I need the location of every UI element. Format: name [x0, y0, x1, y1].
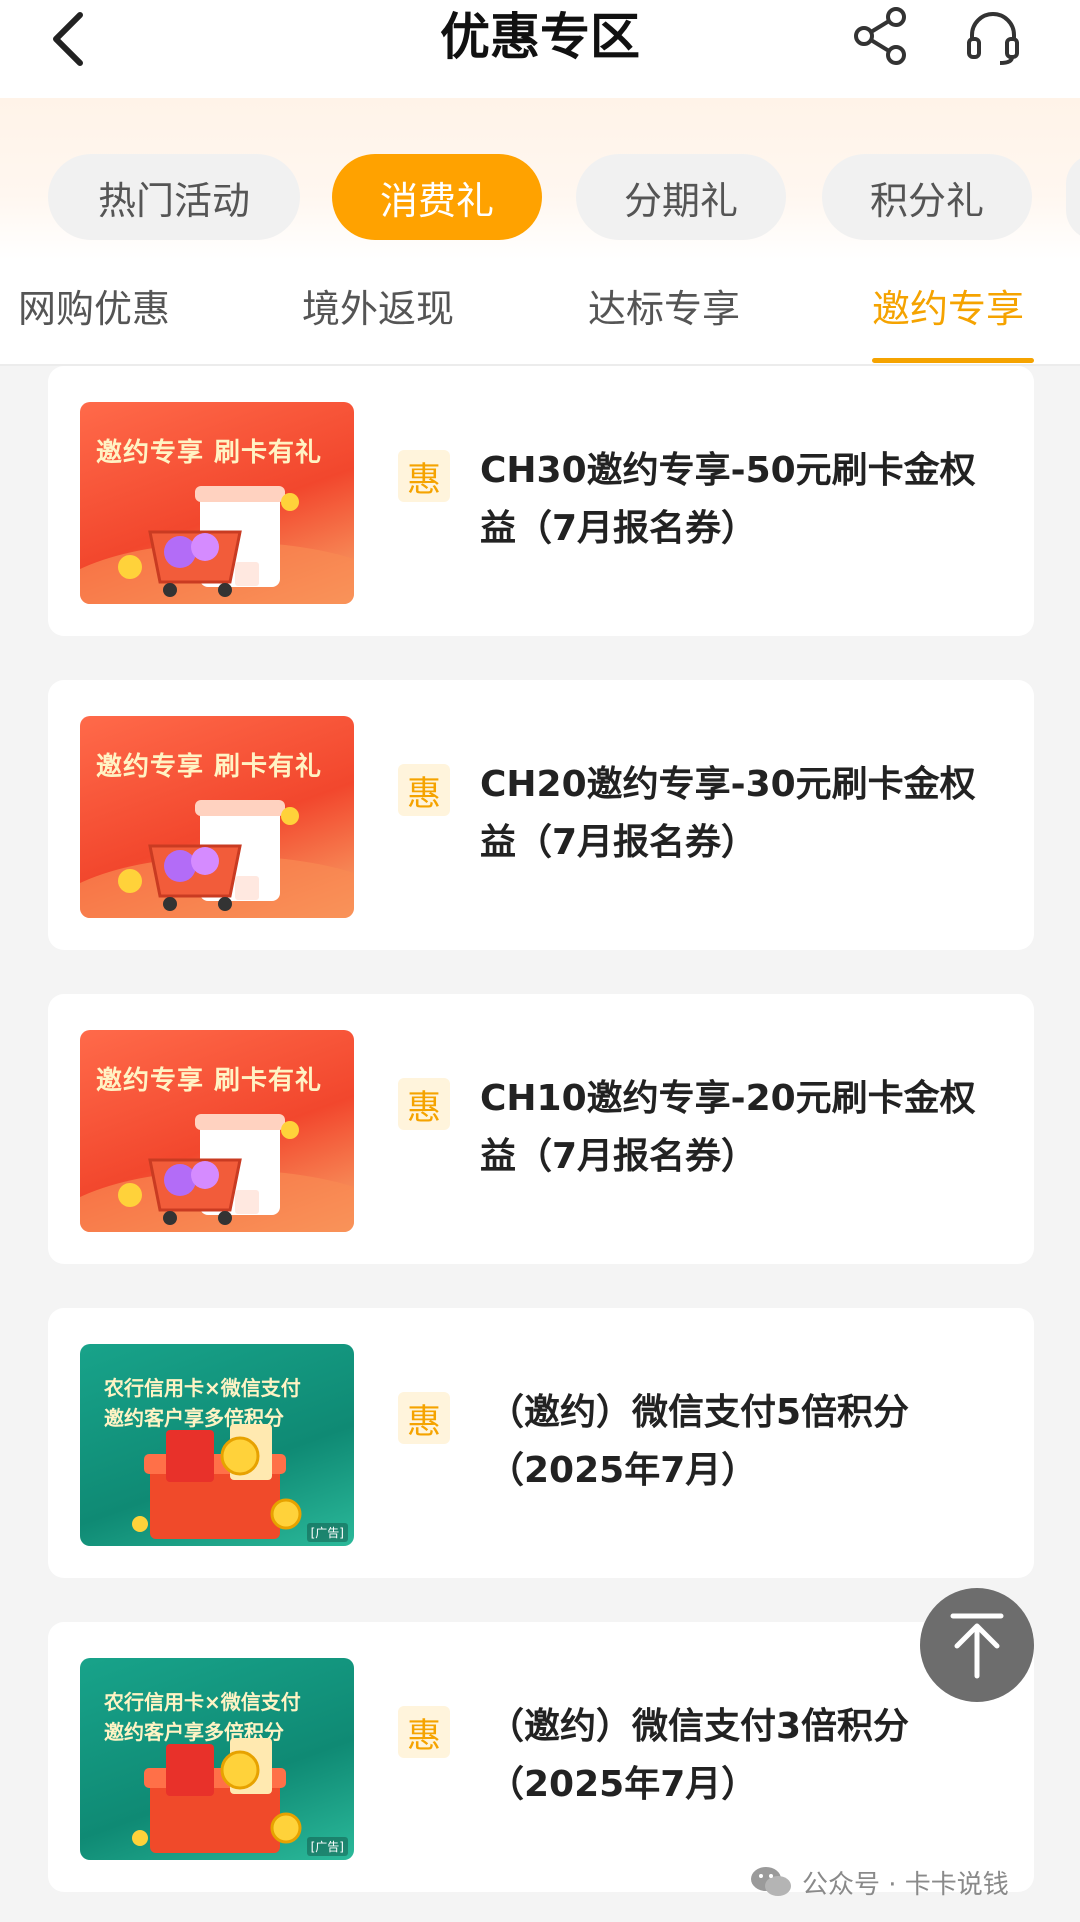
- offer-card[interactable]: 邀约专享 刷卡有礼 惠 CH20邀约专享-30元刷卡金权益（7月报名券）: [48, 680, 1034, 950]
- offer-card[interactable]: 邀约专享 刷卡有礼 惠 CH10邀约专享-20元刷卡金权益（7月报名券）: [48, 994, 1034, 1264]
- offer-title: CH20邀约专享-30元刷卡金权益（7月报名券）: [480, 764, 976, 863]
- offer-thumbnail: 农行信用卡×微信支付 邀约客户享多倍积分 [广告]: [80, 1658, 354, 1860]
- wechat-icon: [751, 1867, 791, 1896]
- tab-overseas-cashback[interactable]: 境外返现: [302, 274, 454, 344]
- page-title: 优惠专区: [440, 8, 640, 66]
- category-pill-spending[interactable]: 消费礼: [332, 154, 542, 240]
- gift-box-illustration: [132, 1424, 302, 1539]
- tab-invitation-exclusive[interactable]: 邀约专享: [872, 274, 1024, 344]
- discount-badge: 惠: [398, 1706, 450, 1758]
- ad-tag: [广告]: [306, 1523, 348, 1542]
- share-button[interactable]: [848, 6, 914, 66]
- top-bar: 优惠专区: [0, 0, 1080, 98]
- active-tab-indicator: [872, 358, 1034, 363]
- ad-tag: [广告]: [306, 1837, 348, 1856]
- offer-thumbnail: 邀约专享 刷卡有礼: [80, 402, 354, 604]
- offer-thumbnail: 邀约专享 刷卡有礼: [80, 1030, 354, 1232]
- headset-icon: [967, 12, 1019, 65]
- back-to-top-button[interactable]: [920, 1588, 1034, 1702]
- watermark-text: 公众号 · 卡卡说钱: [802, 1869, 1009, 1900]
- offer-thumbnail: 邀约专享 刷卡有礼: [80, 716, 354, 918]
- category-pill-points[interactable]: 积分礼: [822, 154, 1032, 240]
- discount-badge: 惠: [398, 1392, 450, 1444]
- tab-online-shopping[interactable]: 网购优惠: [18, 274, 170, 344]
- sub-tab-bar: 网购优惠 境外返现 达标专享 邀约专享: [0, 260, 1080, 366]
- offer-title: CH10邀约专享-20元刷卡金权益（7月报名券）: [480, 1078, 976, 1177]
- offer-list: 邀约专享 刷卡有礼 惠 CH30邀约专享-50元刷卡金权益（7月报名券） 邀约专…: [0, 366, 1080, 1922]
- offer-card[interactable]: 农行信用卡×微信支付 邀约客户享多倍积分 [广告] 惠 （邀约）微信支付5倍积分…: [48, 1308, 1034, 1578]
- category-bar: 热门活动 消费礼 分期礼 积分礼: [0, 98, 1080, 260]
- shopping-cart-illustration: [80, 486, 354, 604]
- shopping-cart-illustration: [80, 1114, 354, 1232]
- category-pill-more[interactable]: [1066, 154, 1080, 240]
- discount-badge: 惠: [398, 1078, 450, 1130]
- customer-service-button[interactable]: [960, 6, 1026, 66]
- offer-title: （邀约）微信支付3倍积分（2025年7月）: [488, 1706, 910, 1805]
- category-pill-installment[interactable]: 分期礼: [576, 154, 786, 240]
- offer-card[interactable]: 农行信用卡×微信支付 邀约客户享多倍积分 [广告] 惠 （邀约）微信支付3倍积分…: [48, 1622, 1034, 1892]
- arrow-up-icon: [950, 1613, 1004, 1679]
- tab-target-exclusive[interactable]: 达标专享: [588, 274, 740, 344]
- shopping-cart-illustration: [80, 800, 354, 918]
- share-icon: [854, 7, 906, 65]
- gift-box-illustration: [132, 1738, 302, 1853]
- watermark: 公众号 · 卡卡说钱: [750, 1862, 1009, 1902]
- discount-badge: 惠: [398, 450, 450, 502]
- discount-badge: 惠: [398, 764, 450, 816]
- offer-title: （邀约）微信支付5倍积分（2025年7月）: [488, 1392, 910, 1491]
- offer-thumbnail: 农行信用卡×微信支付 邀约客户享多倍积分 [广告]: [80, 1344, 354, 1546]
- category-pill-hot[interactable]: 热门活动: [48, 154, 300, 240]
- offer-card[interactable]: 邀约专享 刷卡有礼 惠 CH30邀约专享-50元刷卡金权益（7月报名券）: [48, 366, 1034, 636]
- offer-title: CH30邀约专享-50元刷卡金权益（7月报名券）: [480, 450, 976, 549]
